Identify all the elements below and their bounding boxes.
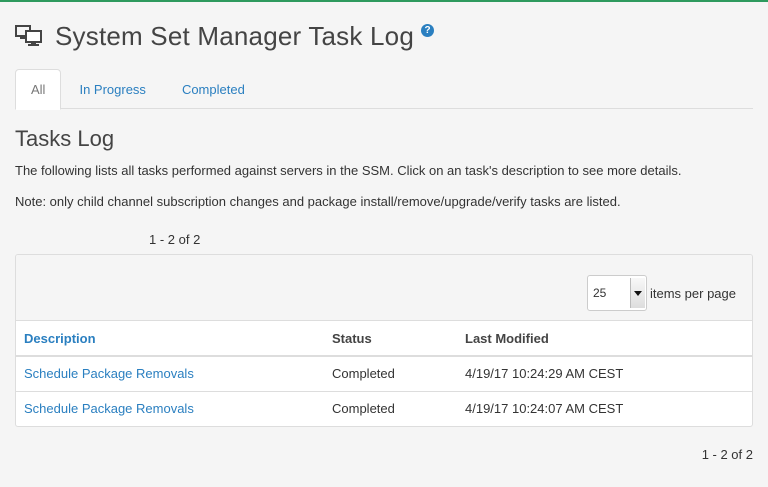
task-description-link[interactable]: Schedule Package Removals (24, 366, 194, 381)
task-status: Completed (324, 356, 457, 392)
section-title: Tasks Log (15, 126, 115, 151)
description-text: The following lists all tasks performed … (15, 163, 682, 178)
help-icon[interactable]: ? (421, 23, 434, 37)
column-header-status: Status (324, 321, 457, 357)
table-row: Schedule Package Removals Completed 4/19… (16, 391, 752, 426)
table-row: Schedule Package Removals Completed 4/19… (16, 356, 752, 392)
tab-bar: All In Progress Completed (15, 69, 753, 110)
items-per-page-value: 25 (593, 286, 607, 300)
page-title: System Set Manager Task Log (55, 20, 414, 51)
tab-all[interactable]: All (15, 69, 62, 110)
column-header-description[interactable]: Description (16, 321, 324, 357)
pager-bottom: 1 - 2 of 2 (701, 447, 753, 462)
system-set-icon (15, 25, 43, 47)
task-status: Completed (332, 401, 395, 417)
task-description-cell: Schedule Package Removals (16, 391, 324, 426)
task-description-cell: Schedule Package Removals (16, 356, 324, 392)
tab-in-progress[interactable]: In Progress (61, 69, 163, 109)
page-header: System Set Manager Task Log ? (15, 19, 434, 53)
tab-completed[interactable]: Completed (164, 69, 263, 109)
note-text: Note: only child channel subscription ch… (15, 194, 621, 209)
task-last-modified: 4/19/17 10:24:29 AM CEST (457, 356, 752, 392)
panel-toolbar: 25 items per page (16, 255, 752, 321)
tasks-panel: 25 items per page Description Status Las… (15, 254, 753, 427)
tasks-table: Description Status Last Modified Schedul… (16, 321, 752, 426)
pager-top: 1 - 2 of 2 (149, 232, 201, 247)
items-per-page-select[interactable]: 25 (587, 275, 647, 311)
task-description-link[interactable]: Schedule Package Removals (24, 401, 194, 416)
column-header-last-modified: Last Modified (457, 321, 752, 357)
items-per-page-label: items per page (650, 286, 736, 301)
table-header-row: Description Status Last Modified (16, 321, 752, 357)
chevron-down-icon[interactable] (630, 278, 645, 308)
task-last-modified: 4/19/17 10:24:07 AM CEST (465, 401, 624, 417)
